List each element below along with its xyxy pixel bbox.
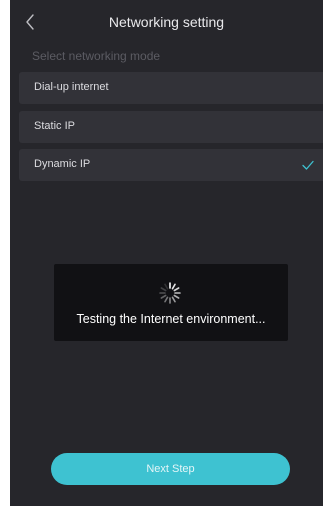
option-dial-up-internet[interactable]: Dial-up internet [19,72,323,104]
loading-toast: Testing the Internet environment... [54,264,288,341]
loading-spinner-icon [159,282,181,304]
header-bar: Networking setting [10,0,323,44]
option-label: Static IP [34,120,75,132]
option-static-ip[interactable]: Static IP [19,111,323,143]
option-label: Dial-up internet [34,81,109,93]
option-label: Dynamic IP [34,158,91,170]
toast-message: Testing the Internet environment... [76,312,266,326]
checkmark-icon [302,160,314,170]
option-dynamic-ip[interactable]: Dynamic IP [19,149,323,181]
page-title: Networking setting [108,14,225,30]
section-label: Select networking mode [32,49,161,63]
next-step-button[interactable]: Next Step [51,453,290,485]
phone-screen: Networking setting Select networking mod… [10,0,323,506]
